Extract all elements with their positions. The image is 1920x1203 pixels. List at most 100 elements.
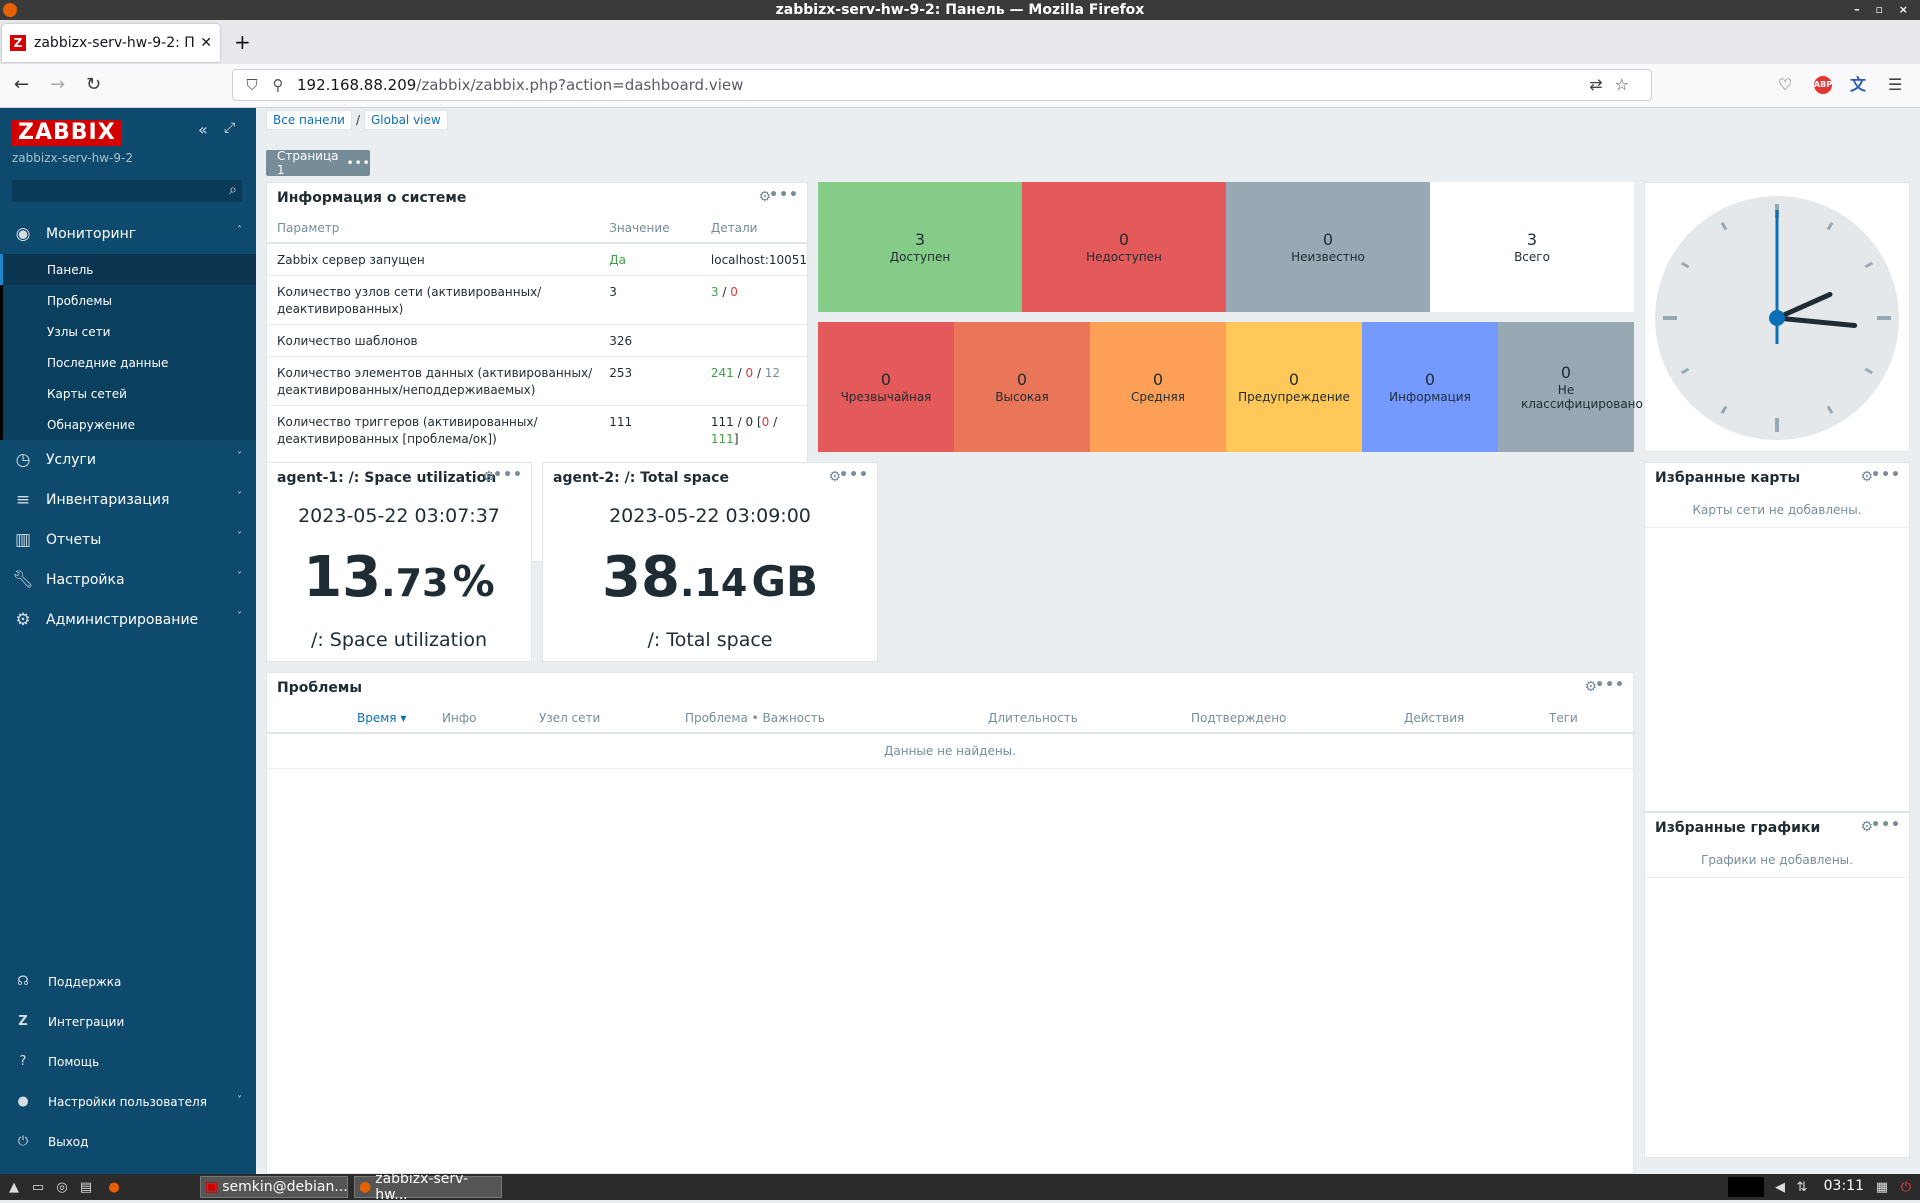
menu-support[interactable]: ☊ Поддержка (0, 962, 256, 1002)
search-input[interactable]: ⌕ (12, 180, 242, 202)
pocket-icon[interactable]: ♡ (1778, 74, 1792, 96)
volume-icon[interactable]: ◀ (1770, 1177, 1790, 1197)
translate-icon[interactable]: 文 (1850, 74, 1866, 96)
collapse-sidebar-icon[interactable]: « (198, 120, 208, 139)
host-availability-tile[interactable]: 3 Доступен (818, 182, 1022, 312)
severity-tile[interactable]: 0 Чрезвычайная (818, 322, 954, 452)
item-value: 38.14 GB (543, 545, 877, 610)
submenu-maps[interactable]: Карты сетей (3, 378, 256, 409)
breadcrumb-all-dashboards[interactable]: Все панели (266, 110, 352, 130)
menu-integrations[interactable]: Z Интеграции (0, 1002, 256, 1042)
browser-launcher-icon[interactable]: ◎ (52, 1177, 72, 1197)
network-icon[interactable]: ⇅ (1792, 1177, 1812, 1197)
severity-tile[interactable]: 0 Информация (1362, 322, 1498, 452)
shield-icon[interactable]: ⛉ (243, 76, 261, 94)
menu-sign-out[interactable]: ⏻ Выход (0, 1122, 256, 1162)
window-titlebar: zabbizx-serv-hw-9-2: Панель — Mozilla Fi… (0, 0, 1920, 20)
browser-tab[interactable]: Z zabbizx-serv-hw-9-2: Пан ✕ (2, 24, 220, 62)
chevron-down-icon: ˅ (237, 491, 242, 502)
more-icon[interactable]: ••• (839, 467, 869, 483)
firefox-launcher-icon[interactable]: ● (104, 1177, 124, 1197)
reload-icon[interactable]: ↻ (86, 74, 101, 96)
more-icon[interactable]: ••• (347, 156, 371, 170)
severity-tile[interactable]: 0 Высокая (954, 322, 1090, 452)
column-header-duration: Длительность (980, 703, 1183, 734)
window-controls[interactable]: – ▫ × (1854, 0, 1914, 20)
severity-tile[interactable]: 0 Предупреждение (1226, 322, 1362, 452)
submenu-latest-data[interactable]: Последние данные (3, 347, 256, 378)
param-cell: Количество шаблонов (267, 324, 600, 357)
permissions-icon[interactable]: ⚲ (269, 76, 287, 94)
column-header-actions: Действия (1396, 703, 1541, 734)
more-icon[interactable]: ••• (1595, 677, 1625, 693)
menu-reports[interactable]: ▥ Отчеты ˅ (0, 520, 256, 560)
menu-user-settings-label: Настройки пользователя (48, 1095, 207, 1109)
chevron-up-icon: ˄ (237, 225, 242, 236)
clock-center (1769, 310, 1785, 326)
sidebar: ZABBIX « ⤢ zabbizx-serv-hw-9-2 ⌕ ◉ Монит… (0, 108, 256, 1174)
adblock-icon[interactable]: ABP (1814, 76, 1832, 94)
submenu-problems[interactable]: Проблемы (3, 285, 256, 316)
analog-clock (1655, 196, 1899, 440)
power-icon[interactable]: ⏻ (1896, 1177, 1916, 1197)
submenu-discovery[interactable]: Обнаружение (3, 409, 256, 440)
menu-configuration-label: Настройка (46, 572, 125, 588)
start-menu-icon[interactable]: ▲ (4, 1177, 24, 1197)
terminal-launcher-icon[interactable]: ▭ (28, 1177, 48, 1197)
chevron-down-icon: ˅ (237, 1095, 242, 1106)
url-path: /zabbix/zabbix.php?action=dashboard.view (416, 76, 744, 94)
empty-message: Графики не добавлены. (1645, 843, 1909, 878)
detail-ok: 111 (710, 432, 734, 446)
breadcrumb-current[interactable]: Global view (363, 110, 448, 130)
menu-services[interactable]: ◷ Услуги ˅ (0, 440, 256, 480)
dashboard-page-tab[interactable]: Страница 1 ••• (266, 149, 371, 177)
forward-icon[interactable]: → (50, 74, 65, 96)
menu-help[interactable]: ? Помощь (0, 1042, 256, 1082)
menu-inventory[interactable]: ≡ Инвентаризация ˅ (0, 480, 256, 520)
terminal-icon: ▣ (205, 1179, 219, 1195)
search-icon[interactable]: ⌕ (229, 182, 237, 198)
new-tab-button[interactable]: + (234, 32, 251, 52)
severity-tile[interactable]: 0 Средняя (1090, 322, 1226, 452)
list-icon: ≡ (15, 490, 31, 510)
navigation-bar: ← → ↻ ⛉ ⚲ 192.168.88.209 /zabbix/zabbix.… (0, 64, 1920, 108)
url-bar[interactable]: ⛉ ⚲ 192.168.88.209 /zabbix/zabbix.php?ac… (232, 69, 1652, 101)
menu-user-settings[interactable]: ● Настройки пользователя ˅ (0, 1082, 256, 1122)
favorite-graphs-widget: Избранные графики ⚙ ••• Графики не добав… (1644, 812, 1910, 1158)
host-availability-tile[interactable]: 3 Всего (1430, 182, 1634, 312)
severity-tile[interactable]: 0 Не классифицировано (1498, 322, 1643, 452)
menu-administration[interactable]: ⚙ Администрирование ˅ (0, 600, 256, 640)
column-header-time[interactable]: Время ▾ (349, 703, 434, 734)
tile-label: Всего (1514, 250, 1550, 264)
taskbar-item-terminal[interactable]: ▣ semkin@debian... (200, 1176, 348, 1198)
bookmark-star-icon[interactable]: ⇄☆ (1589, 75, 1641, 94)
detail-disabled: 0 (745, 415, 754, 429)
submenu-hosts[interactable]: Узлы сети (3, 316, 256, 347)
back-icon[interactable]: ← (14, 74, 29, 96)
files-launcher-icon[interactable]: ▤ (76, 1177, 96, 1197)
menu-monitoring[interactable]: ◉ Мониторинг ˄ (0, 214, 256, 254)
submenu-dashboard[interactable]: Панель (0, 254, 256, 285)
wrench-icon: 🔧︎ (12, 570, 34, 590)
value-unit: % (452, 557, 495, 606)
zabbix-logo[interactable]: ZABBIX (12, 120, 122, 146)
calendar-icon[interactable]: ▦ (1872, 1177, 1892, 1197)
column-header-ack: Подтверждено (1183, 703, 1396, 734)
close-tab-icon[interactable]: ✕ (200, 35, 212, 51)
host-availability-tile[interactable]: 0 Неизвестно (1226, 182, 1430, 312)
more-icon[interactable]: ••• (769, 187, 799, 203)
host-availability-tile[interactable]: 0 Недоступен (1022, 182, 1226, 312)
menu-administration-label: Администрирование (46, 612, 199, 628)
menu-icon[interactable]: ☰ (1888, 74, 1902, 96)
taskbar-item-firefox[interactable]: ● zabbizx-serv-hw... (354, 1171, 502, 1203)
tile-count: 0 (880, 370, 892, 389)
details-cell (700, 324, 807, 357)
detail-unsupported: 12 (764, 366, 781, 380)
kiosk-mode-icon[interactable]: ⤢ (224, 120, 235, 136)
menu-configuration[interactable]: 🔧︎ Настройка ˅ (0, 560, 256, 600)
more-icon[interactable]: ••• (1871, 817, 1901, 833)
tile-count: 3 (1526, 230, 1538, 249)
more-icon[interactable]: ••• (493, 467, 523, 483)
more-icon[interactable]: ••• (1871, 467, 1901, 483)
item-value-widget-1: agent-1: /: Space utilization ⚙ ••• 2023… (266, 462, 532, 662)
